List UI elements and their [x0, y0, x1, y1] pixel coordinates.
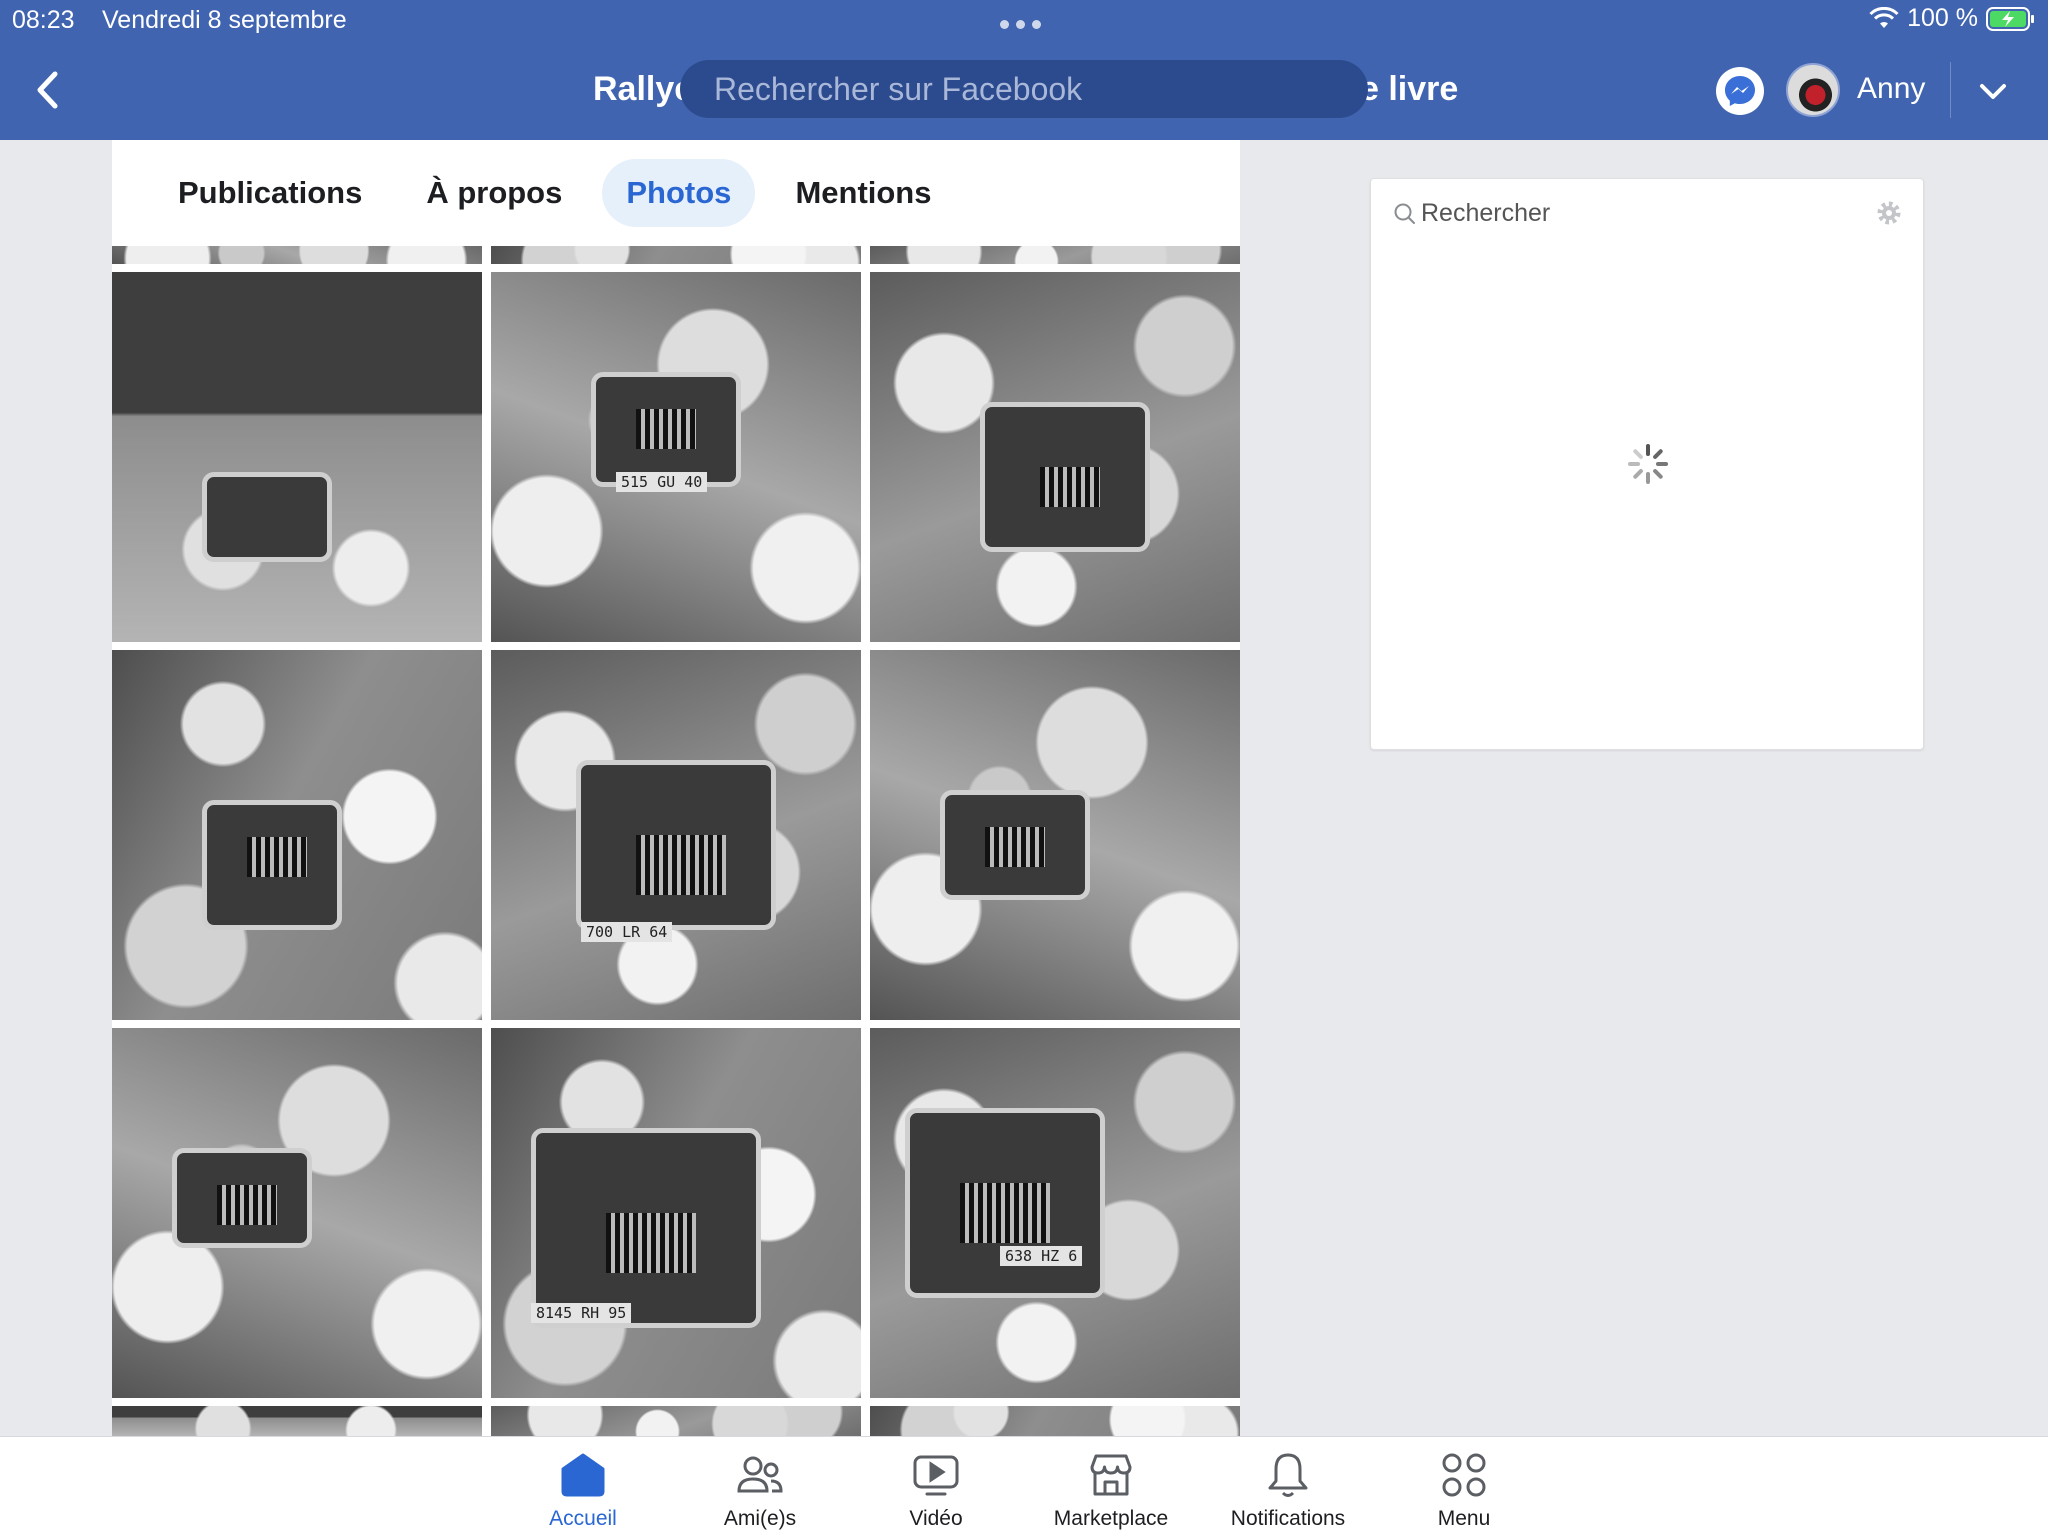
nav-label-video: Vidéo	[909, 1507, 963, 1530]
profile-tabs: Publications À propos Photos Mentions	[112, 140, 1240, 246]
status-time: 08:23	[12, 6, 75, 34]
menu-grid-icon	[1442, 1453, 1486, 1497]
bell-icon	[1268, 1453, 1308, 1497]
sidebar-search-card: Rechercher	[1370, 178, 1924, 750]
photo-thumbnail[interactable]	[112, 650, 482, 1020]
photo-thumbnail[interactable]	[112, 272, 482, 642]
license-plate: 515 GU 40	[616, 472, 708, 492]
page-title-end: e livre	[1360, 70, 1459, 108]
nav-accueil[interactable]: Accueil	[498, 1437, 668, 1536]
photo-thumbnail[interactable]: 8145 RH 95	[491, 1028, 861, 1398]
nav-marketplace[interactable]: Marketplace	[1026, 1437, 1196, 1536]
photo-thumbnail[interactable]	[870, 650, 1240, 1020]
page-title-start: Rallye	[593, 70, 694, 108]
gear-icon[interactable]	[1875, 199, 1903, 227]
tab-publications[interactable]: Publications	[154, 159, 386, 227]
marketplace-icon	[1090, 1454, 1132, 1496]
photo-thumbnail[interactable]	[112, 246, 482, 264]
chevron-down-icon	[1980, 84, 2006, 99]
wifi-icon	[1869, 6, 1899, 28]
photos-panel: Publications À propos Photos Mentions 51…	[112, 140, 1240, 1436]
photo-thumbnail[interactable]	[112, 1406, 482, 1436]
status-indicators: 100 %	[1869, 4, 2036, 33]
facebook-search-input[interactable]: Rechercher sur Facebook	[680, 60, 1368, 118]
nav-notifications[interactable]: Notifications	[1203, 1437, 1373, 1536]
photo-thumbnail[interactable]: 515 GU 40	[491, 272, 861, 642]
avatar[interactable]	[1786, 63, 1840, 117]
photo-thumbnail[interactable]: 638 HZ 6	[870, 1028, 1240, 1398]
tab-a-propos[interactable]: À propos	[402, 159, 586, 227]
nav-label-marketplace: Marketplace	[1053, 1507, 1169, 1530]
friends-icon	[737, 1456, 783, 1493]
home-icon	[561, 1453, 605, 1497]
status-date: Vendredi 8 septembre	[102, 6, 347, 34]
multitasking-dots-icon[interactable]	[1000, 20, 1041, 29]
header-divider	[1950, 62, 1951, 118]
nav-label-menu: Menu	[1437, 1507, 1491, 1530]
photo-thumbnail[interactable]	[870, 246, 1240, 264]
license-plate: 8145 RH 95	[531, 1303, 632, 1323]
video-icon	[913, 1455, 959, 1496]
license-plate: 638 HZ 6	[1000, 1246, 1083, 1266]
sidebar-search-placeholder: Rechercher	[1421, 199, 1551, 227]
chevron-left-icon	[37, 71, 58, 109]
sidebar-search-input[interactable]: Rechercher	[1393, 199, 1550, 228]
user-name[interactable]: Anny	[1857, 72, 1925, 106]
nav-label-notifications: Notifications	[1230, 1507, 1346, 1530]
photo-thumbnail[interactable]: 700 LR 64	[491, 650, 861, 1020]
back-button[interactable]	[26, 68, 68, 112]
account-menu-button[interactable]	[1970, 72, 2016, 112]
photo-thumbnail[interactable]	[870, 1406, 1240, 1436]
photo-thumbnail[interactable]	[870, 272, 1240, 642]
top-bar: 08:23 Vendredi 8 septembre 100 % Rallye …	[0, 0, 2048, 140]
tab-photos[interactable]: Photos	[602, 159, 756, 227]
bottom-navigation: Accueil Ami(e)s Vidéo Marketplace Notifi…	[0, 1436, 2048, 1536]
battery-percentage: 100 %	[1907, 4, 1978, 32]
nav-label-accueil: Accueil	[549, 1507, 617, 1530]
nav-video[interactable]: Vidéo	[851, 1437, 1021, 1536]
loading-spinner-icon	[1628, 444, 1668, 484]
photo-thumbnail[interactable]	[112, 1028, 482, 1398]
battery-charging-icon	[1986, 6, 2034, 31]
messenger-button[interactable]	[1716, 67, 1764, 115]
search-icon	[1394, 203, 1415, 224]
tab-mentions[interactable]: Mentions	[771, 159, 955, 227]
nav-amis[interactable]: Ami(e)s	[675, 1437, 845, 1536]
messenger-icon	[1725, 76, 1755, 106]
nav-label-amis: Ami(e)s	[723, 1507, 797, 1530]
photo-thumbnail[interactable]	[491, 246, 861, 264]
nav-menu[interactable]: Menu	[1379, 1437, 1549, 1536]
license-plate: 700 LR 64	[581, 922, 673, 942]
photo-thumbnail[interactable]	[491, 1406, 861, 1436]
